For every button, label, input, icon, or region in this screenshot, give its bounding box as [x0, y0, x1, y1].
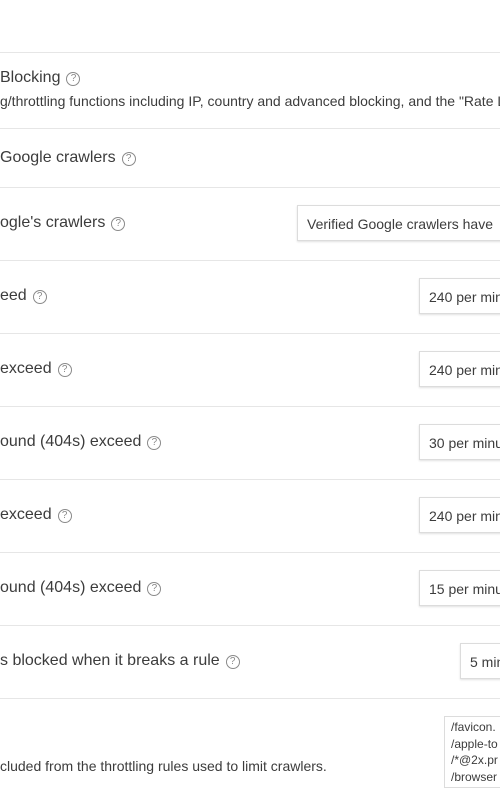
- divider: [0, 52, 500, 53]
- help-icon[interactable]: ?: [57, 363, 72, 377]
- row-label-googles-crawlers: ogle's crawlers?: [0, 214, 126, 232]
- section-title: Blocking?: [0, 69, 81, 87]
- divider: [0, 698, 500, 699]
- divider: [0, 625, 500, 626]
- exclusion-line: /*@2x.pr: [451, 753, 498, 767]
- divider: [0, 479, 500, 480]
- google-crawlers-select[interactable]: Verified Google crawlers have: [297, 205, 500, 241]
- row-label-block-duration: s blocked when it breaks a rule?: [0, 652, 240, 670]
- help-icon[interactable]: ?: [121, 152, 136, 166]
- divider: [0, 187, 500, 188]
- divider: [0, 128, 500, 129]
- row-label-404-rate-1: ound (404s) exceed?: [0, 433, 162, 451]
- divider: [0, 260, 500, 261]
- exclusions-description: cluded from the throttling rules used to…: [0, 758, 327, 774]
- divider: [0, 333, 500, 334]
- rate-select-5[interactable]: 15 per minu: [419, 570, 500, 606]
- help-icon[interactable]: ?: [111, 217, 126, 231]
- help-icon[interactable]: ?: [32, 290, 47, 304]
- row-label-rate-1: eed?: [0, 287, 47, 305]
- rate-select-2[interactable]: 240 per min: [419, 351, 500, 387]
- exclusions-textarea[interactable]: /favicon. /apple-to /*@2x.pr /browser: [444, 716, 500, 788]
- rate-select-3[interactable]: 30 per minu: [419, 424, 500, 460]
- divider: [0, 406, 500, 407]
- row-label-rate-2: exceed?: [0, 360, 72, 378]
- rate-select-4[interactable]: 240 per min: [419, 497, 500, 533]
- help-icon[interactable]: ?: [147, 436, 162, 450]
- rate-select-1[interactable]: 240 per min: [419, 278, 500, 314]
- help-icon[interactable]: ?: [57, 509, 72, 523]
- divider: [0, 552, 500, 553]
- row-label-rate-3: exceed?: [0, 506, 72, 524]
- row-label-google-crawlers: Google crawlers?: [0, 149, 136, 167]
- help-icon[interactable]: ?: [225, 655, 240, 669]
- exclusion-line: /apple-to: [451, 736, 498, 751]
- help-icon[interactable]: ?: [147, 582, 162, 596]
- exclusion-line: /favicon.: [451, 720, 496, 734]
- block-duration-select[interactable]: 5 min: [460, 643, 500, 679]
- exclusion-line: /browser: [451, 769, 498, 784]
- section-description: g/throttling functions including IP, cou…: [0, 93, 500, 109]
- row-label-404-rate-2: ound (404s) exceed?: [0, 579, 162, 597]
- help-icon[interactable]: ?: [66, 72, 81, 86]
